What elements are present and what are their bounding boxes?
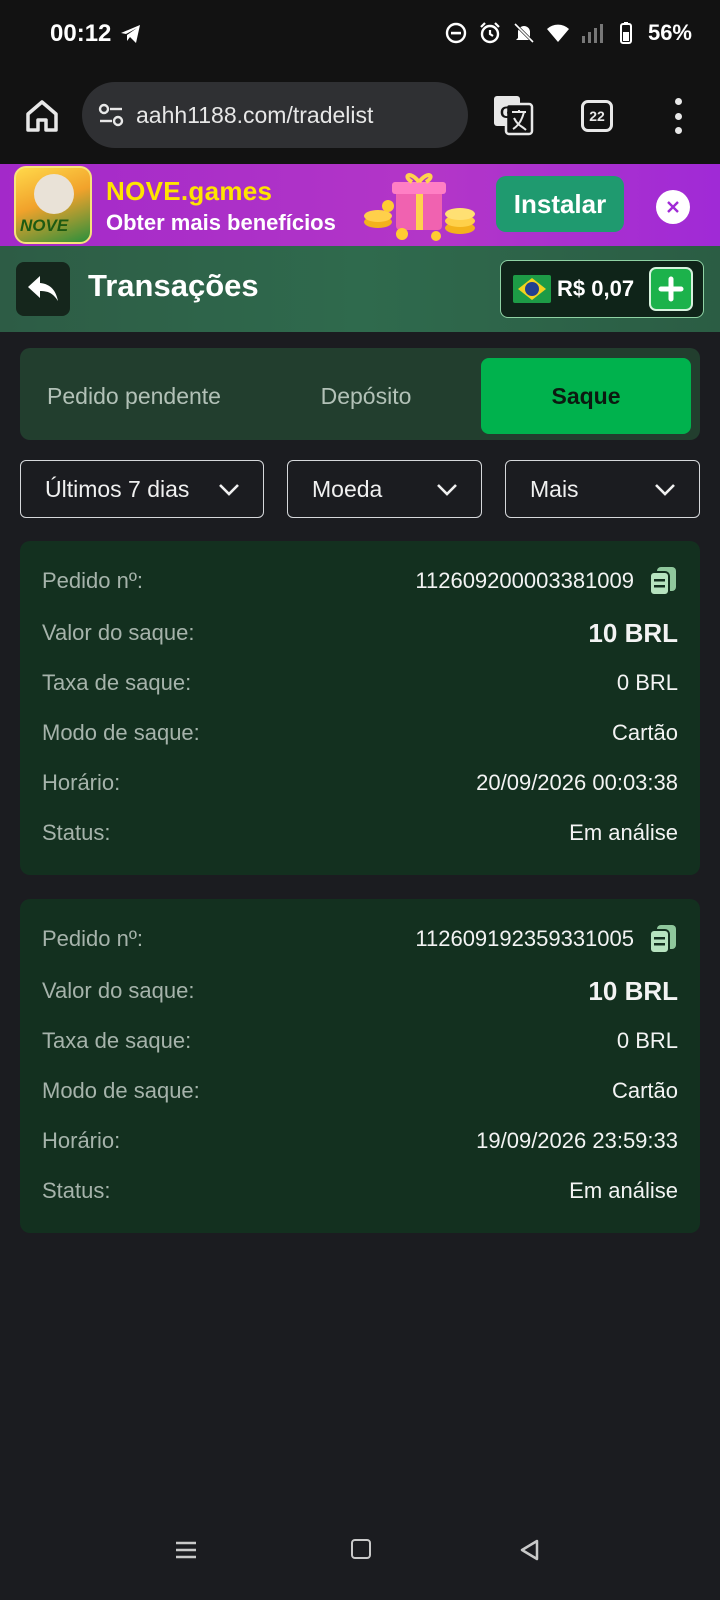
browser-menu-icon[interactable] (668, 98, 688, 134)
mode-label: Modo de saque: (42, 720, 200, 745)
order-number-row: Pedido nº: 112609200003381009 (42, 563, 678, 599)
close-icon (667, 201, 679, 213)
amount-label: Valor do saque: (42, 620, 195, 645)
amount-row: Valor do saque: 10 BRL (42, 973, 678, 1009)
status-row: Status: Em análise (42, 1173, 678, 1209)
time-row: Horário: 19/09/2026 23:59:33 (42, 1123, 678, 1159)
balance-widget: R$ 0,07 (500, 260, 704, 318)
back-button[interactable] (16, 262, 70, 316)
mode-row: Modo de saque: Cartão (42, 1073, 678, 1109)
period-filter-label: Últimos 7 dias (45, 475, 190, 502)
promo-title: NOVE.games (106, 176, 273, 206)
transaction-card: Pedido nº: 112609192359331005 Valor do s… (20, 899, 700, 1233)
promo-subtitle: Obter mais benefícios (106, 210, 336, 235)
back-nav-icon[interactable] (518, 1538, 540, 1562)
order-number-label: Pedido nº: (42, 926, 143, 951)
order-number-row: Pedido nº: 112609192359331005 (42, 921, 678, 957)
clock-text: 00:12 (50, 20, 112, 47)
signal-icon (581, 24, 603, 43)
bell-off-icon (513, 22, 535, 44)
browser-toolbar: aahh1188.com/tradelist G 22 (0, 68, 720, 164)
tab-deposit[interactable]: Depósito (266, 358, 466, 434)
status-label: Status: (42, 1178, 111, 1203)
status-value: Em análise (569, 820, 678, 845)
gift-coins-illustration (364, 173, 475, 241)
home-icon[interactable] (22, 96, 62, 136)
close-promo-button[interactable] (656, 190, 690, 224)
svg-text:G: G (500, 103, 513, 122)
status-time: 00:12 (50, 20, 143, 48)
transaction-card: Pedido nº: 112609200003381009 Valor do s… (20, 541, 700, 875)
home-nav-icon[interactable] (351, 1539, 371, 1559)
more-filter-dropdown[interactable]: Mais (505, 460, 700, 518)
more-filter-label: Mais (530, 475, 579, 502)
site-settings-icon[interactable] (96, 100, 126, 130)
copy-icon[interactable] (648, 565, 678, 597)
tab-withdrawal[interactable]: Saque (481, 358, 691, 434)
system-navigation-bar (0, 1520, 720, 1600)
chevron-down-icon (437, 484, 457, 496)
fee-row: Taxa de saque: 0 BRL (42, 665, 678, 701)
status-value: Em análise (569, 1178, 678, 1203)
mode-value: Cartão (611, 720, 678, 745)
currency-filter-label: Moeda (312, 475, 383, 502)
order-number-value: 112609192359331005 (415, 923, 678, 955)
mode-label: Modo de saque: (42, 1078, 200, 1103)
amount-value: 10 BRL (588, 975, 678, 1006)
brazil-flag-icon (513, 275, 551, 303)
back-arrow-icon (28, 276, 58, 301)
url-text: aahh1188.com/tradelist (136, 101, 374, 128)
add-funds-button[interactable] (649, 267, 693, 311)
time-label: Horário: (42, 1128, 121, 1153)
amount-label: Valor do saque: (42, 978, 195, 1003)
translate-icon[interactable]: G (492, 94, 534, 136)
chevron-down-icon (655, 484, 675, 496)
address-bar[interactable]: aahh1188.com/tradelist (82, 82, 468, 148)
install-promo-banner: NOVE NOVE.games Obter mais benefícios In… (0, 164, 720, 246)
tab-count: 22 (589, 108, 605, 124)
status-row: Status: Em análise (42, 815, 678, 851)
amount-row: Valor do saque: 10 BRL (42, 615, 678, 651)
mode-value: Cartão (611, 1078, 678, 1103)
order-number-text: 112609192359331005 (415, 926, 634, 951)
copy-icon[interactable] (648, 923, 678, 955)
plus-icon (658, 276, 684, 302)
amount-value: 10 BRL (588, 617, 678, 648)
alarm-icon (480, 22, 500, 44)
fee-label: Taxa de saque: (42, 1028, 192, 1053)
status-bar: 00:12 56% (0, 0, 720, 68)
page-title: Transações (88, 268, 259, 303)
order-number-text: 112609200003381009 (415, 568, 634, 593)
time-value: 19/09/2026 23:59:33 (476, 1128, 678, 1153)
logo-text: NOVE (20, 216, 69, 235)
time-row: Horário: 20/09/2026 00:03:38 (42, 765, 678, 801)
nove-games-logo: NOVE (14, 166, 92, 244)
mode-row: Modo de saque: Cartão (42, 715, 678, 751)
transaction-type-tabs: Pedido pendente Depósito Saque (20, 348, 700, 440)
time-value: 20/09/2026 00:03:38 (476, 770, 678, 795)
fee-value: 0 BRL (616, 670, 678, 695)
status-icons: 56% (444, 20, 692, 46)
balance-amount: R$ 0,07 (557, 276, 635, 301)
recent-apps-icon[interactable] (174, 1540, 198, 1560)
fee-value: 0 BRL (616, 1028, 678, 1053)
fee-label: Taxa de saque: (42, 670, 192, 695)
do-not-disturb-icon (445, 22, 467, 44)
status-label: Status: (42, 820, 111, 845)
install-button[interactable]: Instalar (496, 176, 624, 232)
currency-filter-dropdown[interactable]: Moeda (287, 460, 482, 518)
battery-icon (619, 22, 632, 44)
order-number-label: Pedido nº: (42, 568, 143, 593)
tab-switcher-button[interactable]: 22 (581, 100, 613, 132)
telegram-icon (121, 25, 141, 43)
time-label: Horário: (42, 770, 121, 795)
battery-percent: 56% (647, 20, 692, 45)
order-number-value: 112609200003381009 (415, 565, 678, 597)
tab-pending-orders[interactable]: Pedido pendente (20, 358, 248, 434)
page-header: Transações R$ 0,07 (0, 246, 720, 332)
fee-row: Taxa de saque: 0 BRL (42, 1023, 678, 1059)
period-filter-dropdown[interactable]: Últimos 7 dias (20, 460, 264, 518)
wifi-icon (546, 24, 569, 42)
chevron-down-icon (219, 484, 239, 496)
